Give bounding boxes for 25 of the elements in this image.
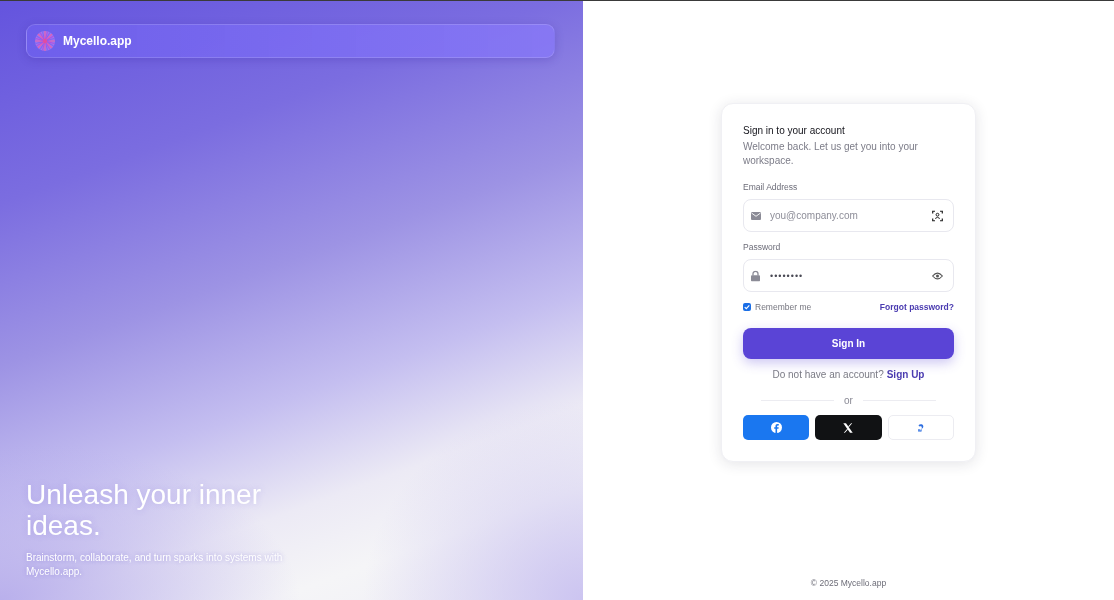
- signup-prompt: Do not have an account?: [772, 369, 884, 381]
- email-field[interactable]: you@company.com: [743, 199, 954, 232]
- face-scan-icon: [932, 210, 943, 221]
- brand-logo-icon: [35, 31, 55, 51]
- x-button[interactable]: [815, 415, 882, 440]
- envelope-icon: [751, 211, 761, 220]
- eye-icon[interactable]: [932, 271, 943, 280]
- card-title: Sign in to your account: [743, 124, 846, 138]
- lock-icon: [751, 270, 760, 281]
- x-logo-icon: [843, 422, 854, 433]
- card-subtitle: Welcome back. Let us get you into your workspace.: [743, 140, 919, 168]
- copyright-text: © 2025 Mycello.app: [810, 578, 887, 588]
- password-field[interactable]: ••••••••: [743, 259, 954, 292]
- partial-logo-icon: [917, 423, 924, 432]
- facebook-button[interactable]: [743, 415, 810, 440]
- remember-checkbox[interactable]: [743, 303, 751, 311]
- forgot-password-link[interactable]: Forgot password?: [879, 302, 954, 312]
- field-label: Password: [743, 242, 782, 252]
- sign-up-link[interactable]: Sign Up: [886, 369, 925, 381]
- brand-name: Mycello.app: [63, 34, 132, 48]
- divider-label: or: [844, 395, 853, 406]
- remember-label: Remember me: [755, 302, 812, 312]
- sign-in-button[interactable]: Sign In: [743, 328, 954, 359]
- field-label: Email Address: [743, 182, 799, 192]
- facebook-icon: [770, 422, 782, 433]
